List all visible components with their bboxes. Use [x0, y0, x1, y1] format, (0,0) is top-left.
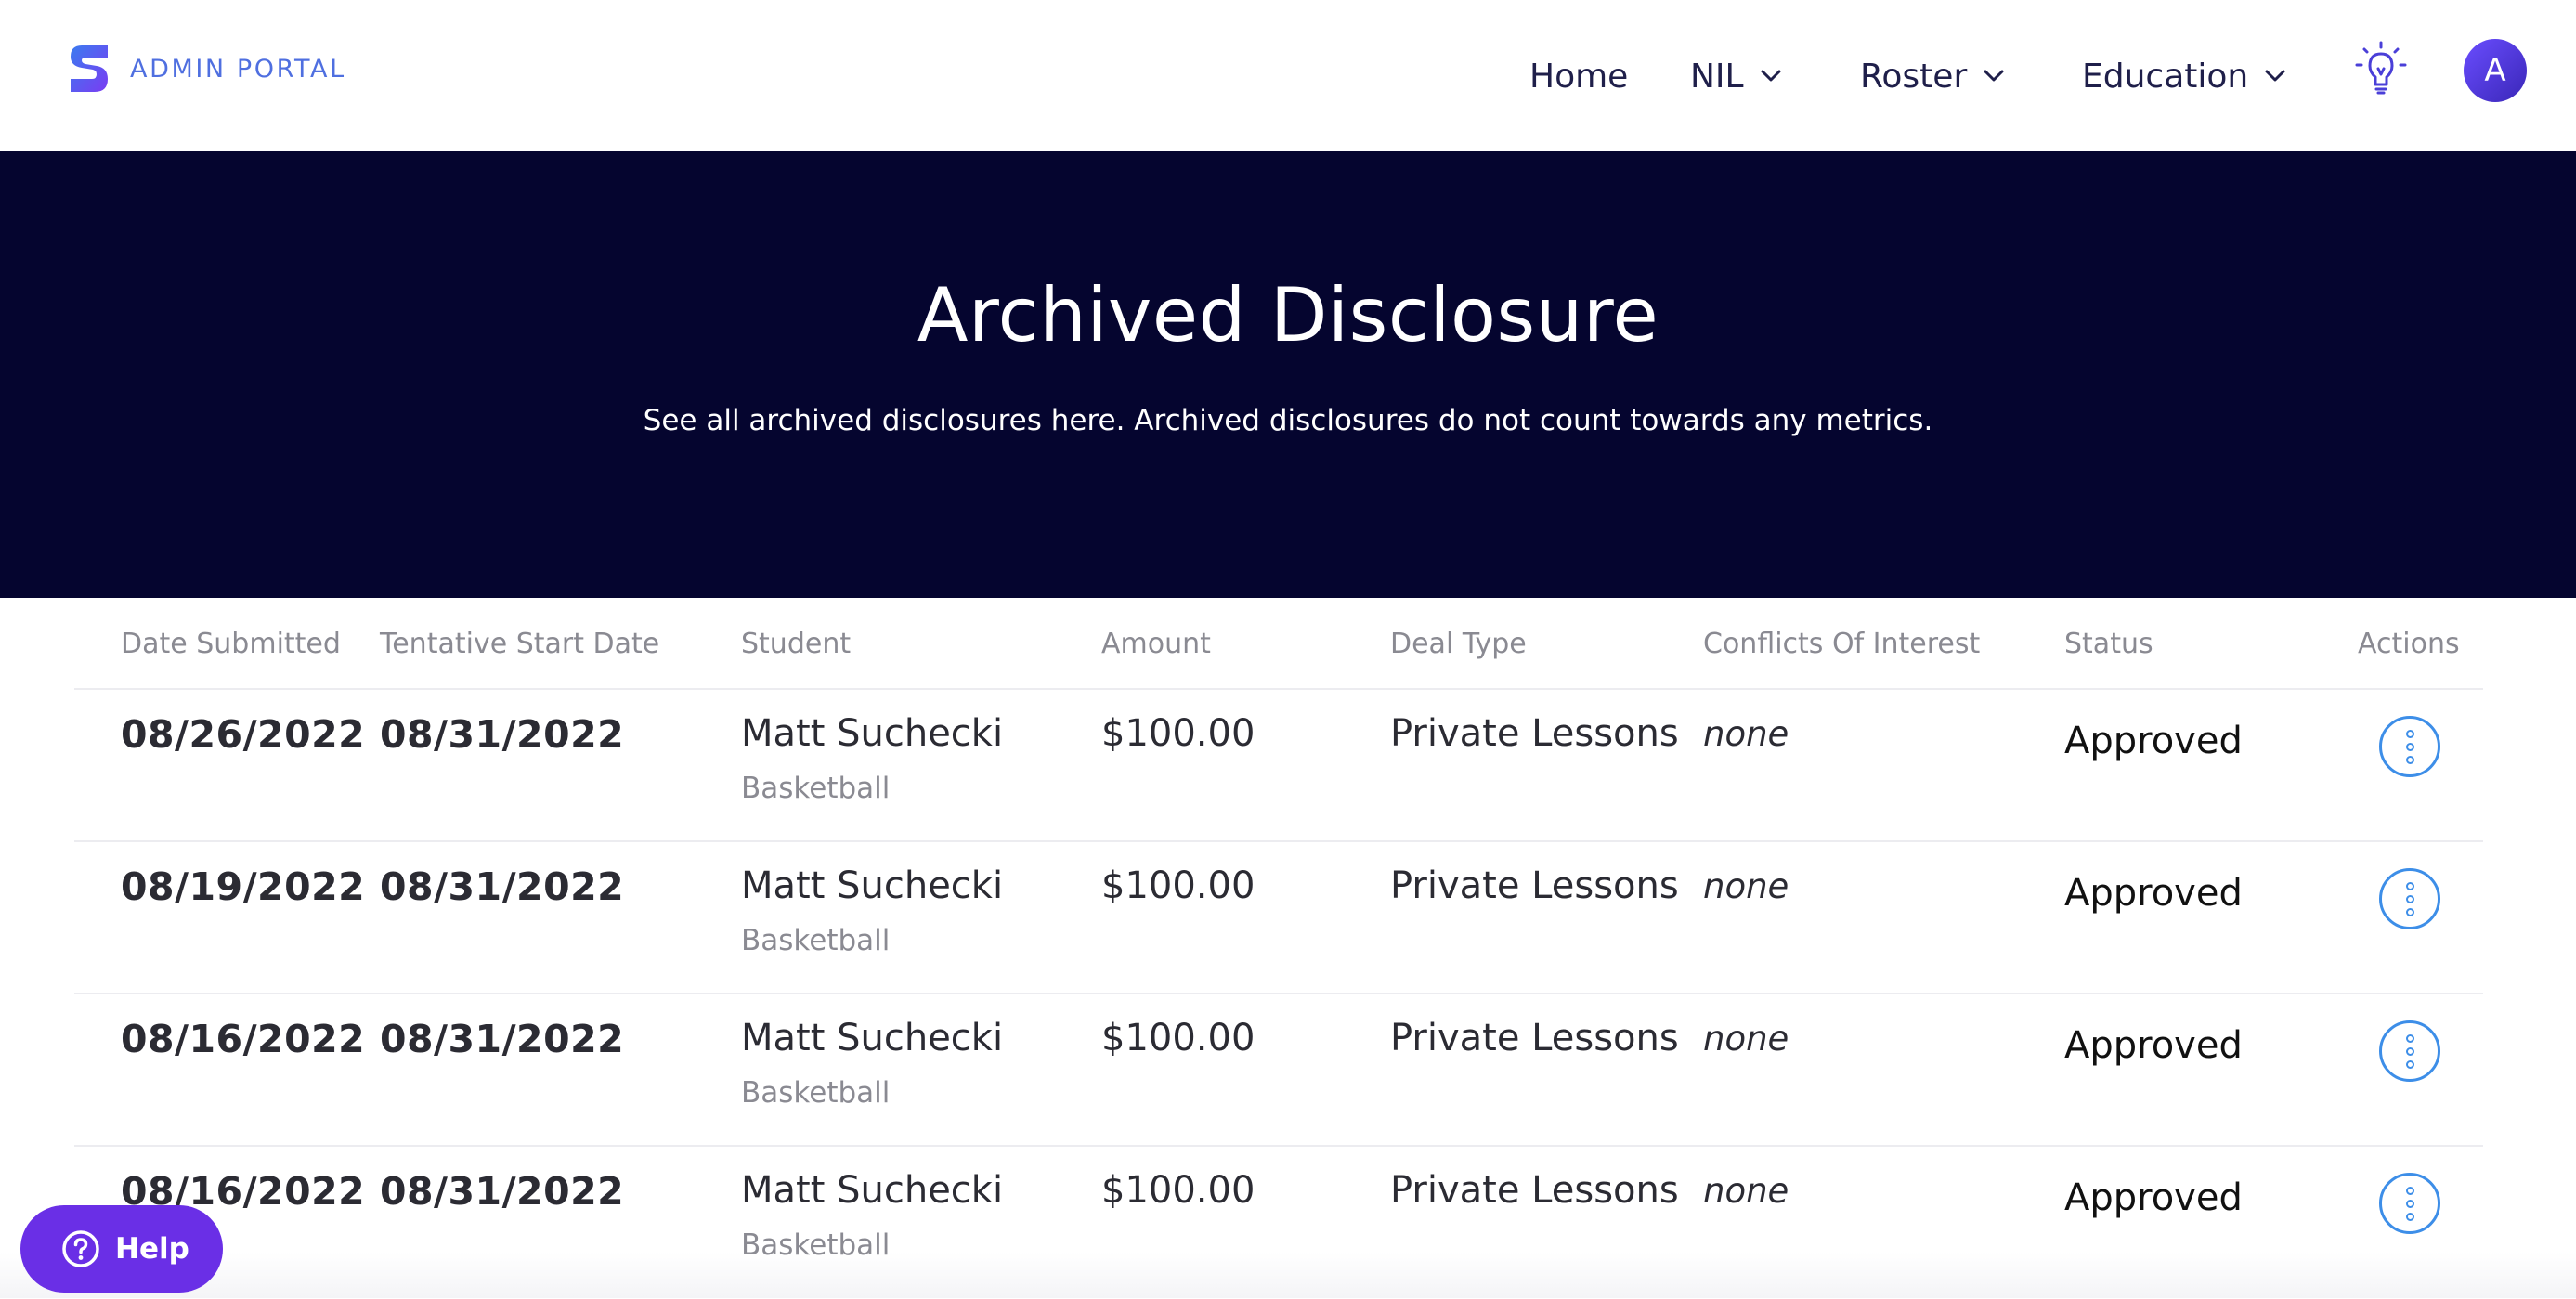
date-submitted: 08/26/2022	[121, 712, 366, 757]
page-title: Archived Disclosure	[917, 272, 1659, 358]
nav-roster-dropdown[interactable]: Roster	[1860, 52, 2004, 100]
nav-education-dropdown[interactable]: Education	[2082, 52, 2285, 100]
help-label: Help	[115, 1232, 189, 1266]
table-row[interactable]: 08/16/2022 08/31/2022 Matt Suchecki Bask…	[74, 1147, 2483, 1299]
student-sport: Basketball	[741, 772, 891, 805]
nav-nil-dropdown[interactable]: NIL	[1690, 52, 1781, 100]
status: Approved	[2064, 872, 2243, 915]
question-circle-icon	[62, 1230, 99, 1267]
help-button[interactable]: Help	[20, 1205, 223, 1293]
nav-home[interactable]: Home	[1529, 52, 1628, 100]
kebab-dot-icon	[2405, 881, 2414, 890]
status: Approved	[2064, 720, 2243, 762]
date-submitted: 08/19/2022	[121, 864, 366, 909]
conflicts-of-interest: none	[1703, 866, 1789, 906]
deal-type: Private Lessons	[1390, 1169, 1679, 1212]
student-sport: Basketball	[741, 924, 891, 957]
column-conflicts-of-interest: Conflicts Of Interest	[1703, 628, 1981, 660]
archived-disclosures-table: Date Submitted Tentative Start Date Stud…	[74, 598, 2483, 1299]
kebab-dot-icon	[2405, 894, 2414, 903]
conflicts-of-interest: none	[1703, 1019, 1789, 1059]
row-actions-button[interactable]	[2379, 1020, 2440, 1082]
student-name: Matt Suchecki	[741, 712, 1004, 755]
brand-s-logo-icon	[71, 45, 108, 92]
page-subtitle: See all archived disclosures here. Archi…	[643, 404, 1933, 437]
chevron-down-icon	[2265, 70, 2285, 82]
student-name: Matt Suchecki	[741, 1017, 1004, 1059]
page-hero: Archived Disclosure See all archived dis…	[0, 151, 2576, 598]
column-student: Student	[741, 628, 852, 660]
brand-title: ADMIN PORTAL	[130, 54, 346, 84]
student-sport: Basketball	[741, 1076, 891, 1110]
column-amount: Amount	[1101, 628, 1211, 660]
kebab-dot-icon	[2405, 1212, 2414, 1221]
table-row[interactable]: 08/19/2022 08/31/2022 Matt Suchecki Bask…	[74, 842, 2483, 994]
kebab-dot-icon	[2405, 755, 2414, 764]
column-actions: Actions	[2358, 628, 2460, 660]
user-avatar[interactable]: A	[2464, 39, 2527, 102]
amount: $100.00	[1101, 1017, 1255, 1059]
kebab-dot-icon	[2405, 1186, 2414, 1195]
date-submitted: 08/16/2022	[121, 1017, 366, 1061]
amount: $100.00	[1101, 712, 1255, 755]
student-sport: Basketball	[741, 1228, 891, 1262]
tentative-start-date: 08/31/2022	[380, 1017, 625, 1061]
nav-home-label: Home	[1529, 57, 1629, 96]
row-actions-button[interactable]	[2379, 1173, 2440, 1234]
status: Approved	[2064, 1176, 2243, 1219]
student-name: Matt Suchecki	[741, 1169, 1004, 1212]
table-header: Date Submitted Tentative Start Date Stud…	[74, 598, 2483, 690]
table-row[interactable]: 08/26/2022 08/31/2022 Matt Suchecki Bask…	[74, 690, 2483, 842]
deal-type: Private Lessons	[1390, 1017, 1679, 1059]
deal-type: Private Lessons	[1390, 864, 1679, 907]
brand-logo-link[interactable]: ADMIN PORTAL	[67, 43, 346, 95]
top-navigation-bar: ADMIN PORTAL Home NIL Roster Education A	[0, 0, 2576, 151]
kebab-dot-icon	[2405, 1059, 2414, 1069]
kebab-dot-icon	[2405, 729, 2414, 738]
kebab-dot-icon	[2405, 1046, 2414, 1056]
conflicts-of-interest: none	[1703, 714, 1789, 754]
chevron-down-icon	[1761, 70, 1781, 82]
tentative-start-date: 08/31/2022	[380, 712, 625, 757]
column-date-submitted: Date Submitted	[121, 628, 341, 660]
kebab-dot-icon	[2405, 742, 2414, 751]
tentative-start-date: 08/31/2022	[380, 864, 625, 909]
nav-roster-label: Roster	[1860, 57, 1968, 96]
tentative-start-date: 08/31/2022	[380, 1169, 625, 1214]
nav-education-label: Education	[2082, 57, 2249, 96]
nav-nil-label: NIL	[1690, 57, 1744, 96]
kebab-dot-icon	[2405, 1033, 2414, 1043]
avatar-initial: A	[2484, 52, 2506, 89]
deal-type: Private Lessons	[1390, 712, 1679, 755]
column-tentative-start-date: Tentative Start Date	[380, 628, 660, 660]
column-deal-type: Deal Type	[1390, 628, 1527, 660]
column-status: Status	[2064, 628, 2153, 660]
chevron-down-icon	[1984, 70, 2004, 82]
kebab-dot-icon	[2405, 907, 2414, 916]
amount: $100.00	[1101, 864, 1255, 907]
student-name: Matt Suchecki	[741, 864, 1004, 907]
kebab-dot-icon	[2405, 1199, 2414, 1208]
status: Approved	[2064, 1024, 2243, 1067]
lightbulb-icon[interactable]	[2353, 41, 2409, 98]
conflicts-of-interest: none	[1703, 1171, 1789, 1211]
row-actions-button[interactable]	[2379, 716, 2440, 777]
row-actions-button[interactable]	[2379, 868, 2440, 929]
amount: $100.00	[1101, 1169, 1255, 1212]
table-row[interactable]: 08/16/2022 08/31/2022 Matt Suchecki Bask…	[74, 994, 2483, 1147]
